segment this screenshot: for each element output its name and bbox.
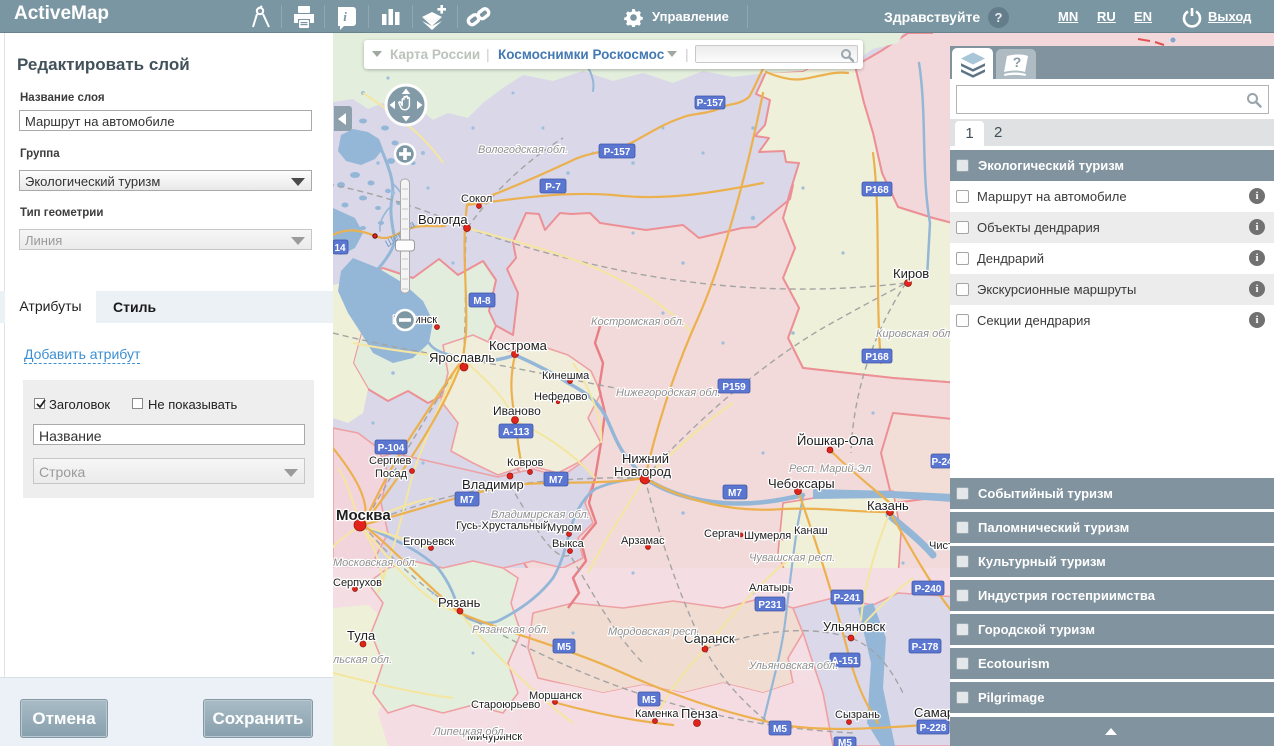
svg-text:Серпухов: Серпухов [333, 577, 382, 589]
svg-text:Рязанская обл.: Рязанская обл. [472, 624, 549, 636]
svg-text:Р231: Р231 [758, 600, 782, 611]
svg-text:Нефедово: Нефедово [534, 391, 587, 403]
svg-text:Р-240: Р-240 [915, 584, 942, 595]
svg-text:Шумерля: Шумерля [744, 530, 791, 542]
svg-text:Кировская обл.: Кировская обл. [876, 328, 953, 340]
svg-text:А-113: А-113 [503, 427, 530, 438]
svg-text:Респ. Марий-Эл: Респ. Марий-Эл [789, 463, 871, 475]
svg-text:Р168: Р168 [865, 185, 889, 196]
svg-text:Вологодская обл.: Вологодская обл. [478, 144, 568, 156]
svg-text:М7: М7 [549, 475, 563, 486]
svg-text:Рязань: Рязань [438, 595, 481, 610]
svg-text:Сызрань: Сызрань [835, 709, 880, 721]
svg-text:Ульяновская обл.: Ульяновская обл. [748, 660, 838, 672]
svg-text:Ульяновск: Ульяновск [823, 619, 885, 634]
svg-text:Костромская обл.: Костромская обл. [591, 316, 685, 328]
svg-text:i: i [343, 9, 347, 24]
svg-text:М-8: М-8 [473, 296, 491, 307]
svg-text:Владимир: Владимир [462, 477, 524, 492]
svg-text:14: 14 [334, 243, 346, 254]
svg-text:Р-241: Р-241 [834, 593, 861, 604]
svg-text:Р-228: Р-228 [920, 723, 947, 734]
svg-text:М5: М5 [557, 642, 571, 653]
svg-text:Москва: Москва [336, 507, 391, 524]
svg-text:Казань: Казань [867, 498, 909, 513]
svg-text:Новгород: Новгород [614, 464, 671, 479]
svg-text:Алатырь: Алатырь [749, 582, 794, 594]
svg-text:Муром: Муром [547, 522, 581, 534]
svg-text:Гусь-Хрустальный: Гусь-Хрустальный [456, 520, 549, 532]
svg-text:М5: М5 [773, 724, 787, 735]
svg-text:Иваново: Иваново [493, 404, 541, 418]
svg-text:Р-7: Р-7 [545, 182, 561, 193]
svg-text:М5: М5 [838, 738, 852, 746]
svg-text:Ярославль: Ярославль [429, 350, 495, 365]
svg-text:Посад: Посад [375, 468, 408, 480]
svg-text:М7: М7 [460, 495, 474, 506]
svg-text:Московская обл.: Московская обл. [333, 557, 418, 569]
svg-text:Егорьевск: Егорьевск [403, 536, 454, 548]
svg-text:Чебоксары: Чебоксары [768, 476, 835, 491]
svg-text:Староюрьево: Староюрьево [471, 699, 540, 711]
svg-text:Сергач: Сергач [704, 528, 740, 540]
svg-text:Нижегородская обл.: Нижегородская обл. [616, 387, 721, 399]
svg-text:Сокол: Сокол [461, 193, 492, 205]
svg-text:Р-157: Р-157 [697, 98, 724, 109]
svg-text:Пенза: Пенза [681, 706, 719, 721]
svg-text:Чувашская респ.: Чувашская респ. [749, 552, 835, 564]
svg-text:Йошкар-Ола: Йошкар-Ола [797, 433, 874, 448]
svg-text:Каменка: Каменка [635, 708, 679, 720]
svg-text:Выкса: Выкса [552, 538, 585, 550]
svg-text:Р159: Р159 [722, 382, 746, 393]
svg-text:Липецкая обл.: Липецкая обл. [432, 726, 507, 738]
svg-text:льская обл.: льская обл. [333, 654, 392, 666]
svg-text:Р-178: Р-178 [912, 642, 939, 653]
svg-text:Мордовская респ.: Мордовская респ. [608, 626, 700, 638]
svg-text:Р-104: Р-104 [378, 443, 405, 454]
svg-text:Тула: Тула [347, 628, 376, 643]
svg-text:Канаш: Канаш [794, 525, 828, 537]
svg-text:Р-157: Р-157 [604, 147, 631, 158]
svg-text:М7: М7 [728, 488, 742, 499]
svg-text:Кинешма: Кинешма [542, 370, 590, 382]
svg-text:Киров: Киров [893, 266, 929, 281]
svg-text:Р168: Р168 [865, 352, 889, 363]
svg-text:Ковров: Ковров [507, 457, 544, 469]
svg-text:Арзамас: Арзамас [621, 535, 665, 547]
svg-text:Кострома: Кострома [489, 338, 548, 353]
svg-text:Владимирская обл.: Владимирская обл. [491, 509, 590, 521]
svg-text:?: ? [1013, 54, 1022, 70]
svg-text:Сергиев: Сергиев [369, 455, 411, 467]
svg-text:М5: М5 [642, 695, 656, 706]
